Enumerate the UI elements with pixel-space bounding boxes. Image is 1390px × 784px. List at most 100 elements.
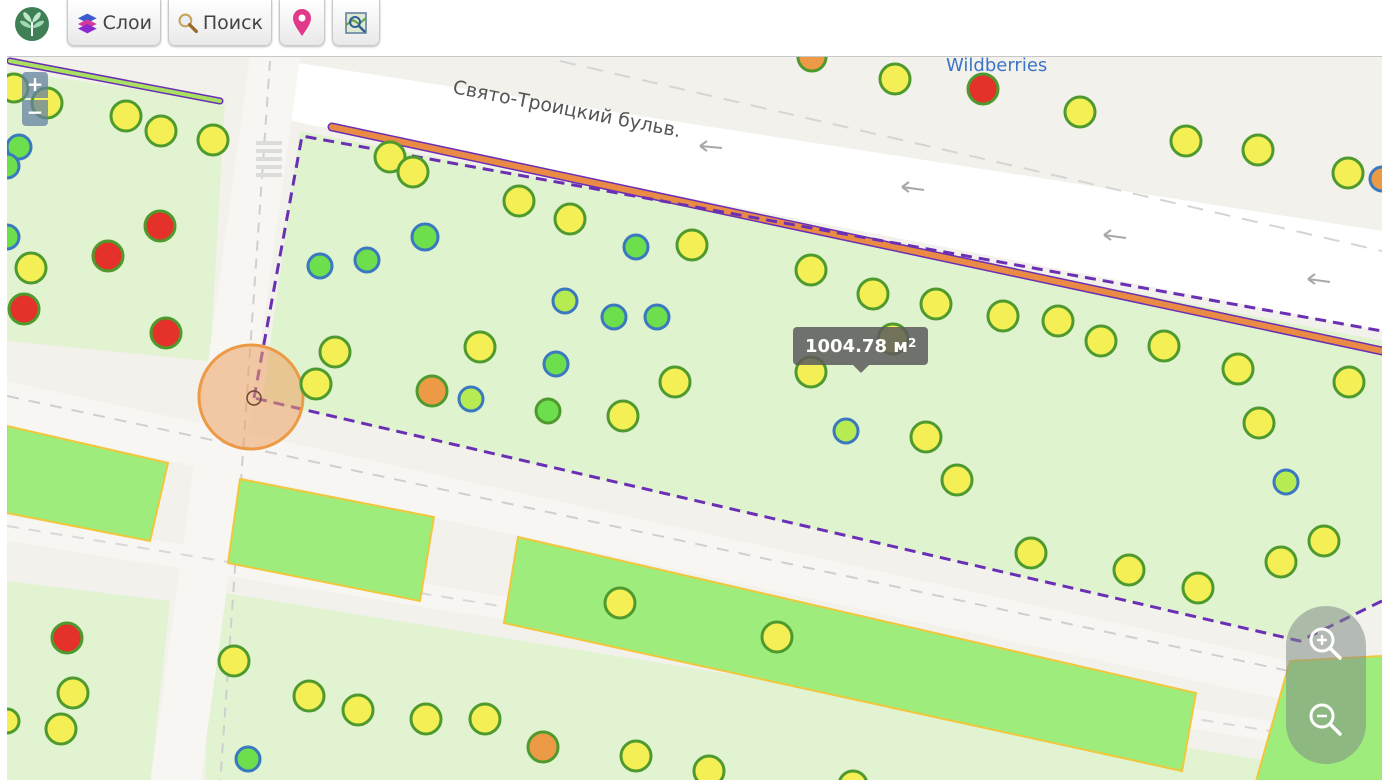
zoom-in-icon xyxy=(1309,627,1342,660)
map-view[interactable]: Свято-Троицкий бульв. Wildberries + − 10… xyxy=(7,56,1382,780)
tree-marker[interactable] xyxy=(143,209,177,243)
tree-marker[interactable] xyxy=(622,233,650,261)
tree-marker[interactable] xyxy=(1241,133,1275,167)
tree-marker[interactable] xyxy=(144,114,178,148)
zoom-out-button[interactable] xyxy=(1302,696,1350,744)
measure-tooltip: 1004.78 м2 xyxy=(793,327,929,373)
tree-marker[interactable] xyxy=(234,745,262,773)
tree-marker[interactable] xyxy=(603,586,637,620)
tree-logo-icon[interactable] xyxy=(14,6,50,42)
tree-marker[interactable] xyxy=(56,676,90,710)
tree-marker[interactable] xyxy=(1041,304,1075,338)
tree-marker[interactable] xyxy=(409,702,443,736)
tree-marker[interactable] xyxy=(1181,571,1215,605)
layers-button[interactable]: Слои xyxy=(67,0,161,46)
tree-marker[interactable] xyxy=(794,253,828,287)
zoom-out-small-button[interactable]: − xyxy=(22,100,48,126)
tree-marker[interactable] xyxy=(7,152,21,180)
tree-marker[interactable] xyxy=(44,712,78,746)
tree-marker[interactable] xyxy=(675,228,709,262)
zoom-out-icon xyxy=(1309,703,1342,736)
tree-marker[interactable] xyxy=(534,397,562,425)
tree-marker[interactable] xyxy=(410,222,440,252)
search-button[interactable]: Поиск xyxy=(168,0,272,46)
tree-marker[interactable] xyxy=(1084,324,1118,358)
tree-marker[interactable] xyxy=(1147,329,1181,363)
tree-marker[interactable] xyxy=(878,62,912,96)
tree-marker[interactable] xyxy=(919,287,953,321)
tree-marker[interactable] xyxy=(1014,536,1048,570)
tree-marker[interactable] xyxy=(551,287,579,315)
tree-marker[interactable] xyxy=(832,417,860,445)
tree-marker[interactable] xyxy=(396,155,430,189)
tree-marker[interactable] xyxy=(760,620,794,654)
measure-vertex-handle[interactable] xyxy=(197,343,305,451)
layers-icon xyxy=(77,13,97,33)
map-pin-icon xyxy=(293,8,311,36)
tree-marker[interactable] xyxy=(1368,165,1382,193)
tree-marker[interactable] xyxy=(7,707,21,735)
zoom-control-small: + − xyxy=(22,72,48,126)
tree-marker[interactable] xyxy=(1221,352,1255,386)
tree-marker[interactable] xyxy=(619,739,653,773)
tree-marker[interactable] xyxy=(14,251,48,285)
tree-marker[interactable] xyxy=(149,316,183,350)
tree-marker[interactable] xyxy=(415,374,449,408)
tree-marker[interactable] xyxy=(292,679,326,713)
tree-marker[interactable] xyxy=(692,754,726,780)
tree-marker[interactable] xyxy=(1112,553,1146,587)
tree-marker[interactable] xyxy=(341,693,375,727)
tree-marker[interactable] xyxy=(306,252,334,280)
tree-marker[interactable] xyxy=(196,123,230,157)
tree-marker[interactable] xyxy=(966,72,1000,106)
tree-marker[interactable] xyxy=(1332,365,1366,399)
tree-marker[interactable] xyxy=(353,246,381,274)
tree-marker[interactable] xyxy=(50,621,84,655)
tree-marker[interactable] xyxy=(1264,545,1298,579)
tree-marker[interactable] xyxy=(986,299,1020,333)
tree-marker[interactable] xyxy=(643,303,671,331)
tree-marker[interactable] xyxy=(909,420,943,454)
tree-marker[interactable] xyxy=(463,330,497,364)
zoom-control xyxy=(1286,606,1366,764)
tree-marker[interactable] xyxy=(658,365,692,399)
map-search-button[interactable] xyxy=(332,0,380,46)
tree-marker[interactable] xyxy=(1242,406,1276,440)
tree-marker[interactable] xyxy=(606,399,640,433)
tree-marker[interactable] xyxy=(7,223,21,251)
park-area-bottom-left xyxy=(7,581,170,780)
tree-marker[interactable] xyxy=(299,367,333,401)
map-search-icon xyxy=(345,11,367,34)
tree-marker[interactable] xyxy=(600,303,628,331)
zoom-in-button[interactable] xyxy=(1302,620,1350,668)
tree-marker[interactable] xyxy=(318,335,352,369)
layers-button-label: Слои xyxy=(102,11,152,34)
tree-marker[interactable] xyxy=(1331,156,1365,190)
top-toolbar: Слои Поиск xyxy=(0,0,1390,56)
tree-marker[interactable] xyxy=(217,644,251,678)
tree-marker[interactable] xyxy=(856,277,890,311)
measure-unit-power: 2 xyxy=(907,336,917,350)
tree-marker[interactable] xyxy=(7,292,41,326)
map-canvas[interactable]: Свято-Троицкий бульв. Wildberries xyxy=(7,57,1382,780)
tree-marker[interactable] xyxy=(1169,124,1203,158)
tree-marker[interactable] xyxy=(1307,524,1341,558)
tree-marker[interactable] xyxy=(553,202,587,236)
tree-marker[interactable] xyxy=(526,730,560,764)
tree-marker[interactable] xyxy=(542,350,570,378)
tree-marker[interactable] xyxy=(796,57,828,73)
magnifier-icon xyxy=(178,13,198,33)
tree-marker[interactable] xyxy=(468,702,502,736)
tree-marker[interactable] xyxy=(1272,468,1300,496)
placemark-button[interactable] xyxy=(279,0,325,46)
tree-marker[interactable] xyxy=(502,184,536,218)
tree-marker[interactable] xyxy=(91,239,125,273)
tree-marker[interactable] xyxy=(109,99,143,133)
zoom-in-small-button[interactable]: + xyxy=(22,72,48,98)
poi-label[interactable]: Wildberries xyxy=(946,57,1047,76)
tree-marker[interactable] xyxy=(1063,95,1097,129)
tree-marker[interactable] xyxy=(940,463,974,497)
search-button-label: Поиск xyxy=(202,11,263,34)
measure-value: 1004.78 м xyxy=(805,335,908,357)
tree-marker[interactable] xyxy=(457,385,485,413)
